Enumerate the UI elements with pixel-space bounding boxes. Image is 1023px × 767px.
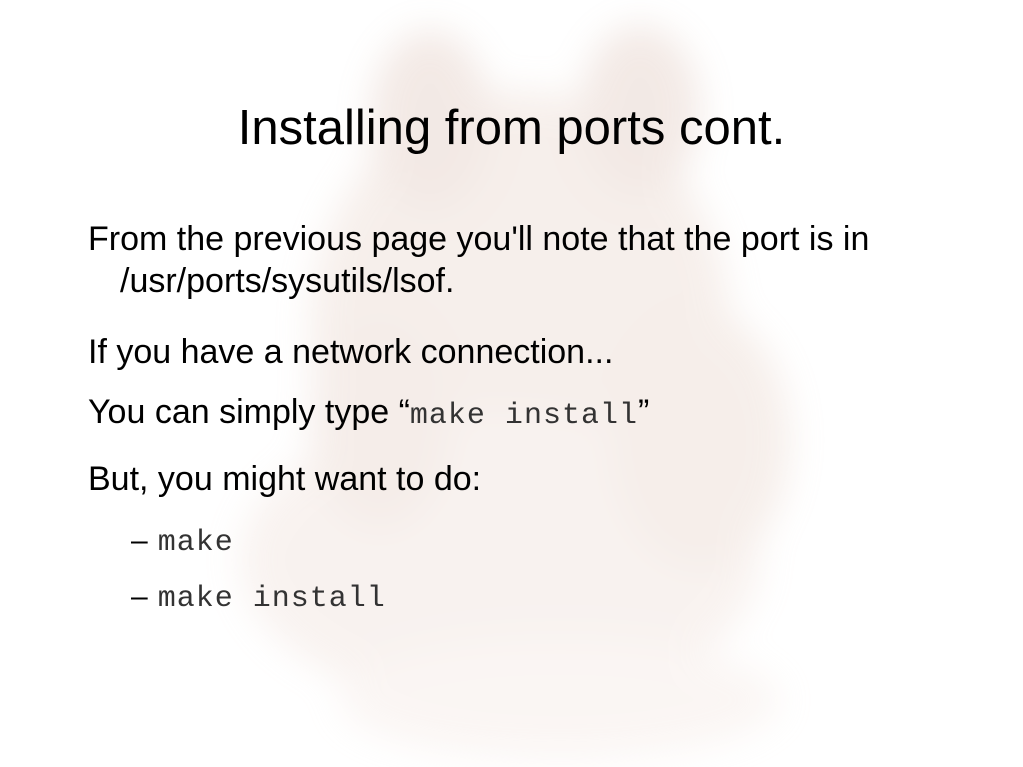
bullet-network-connection: If you have a network connection... xyxy=(88,333,614,371)
command-make: make xyxy=(157,526,234,560)
command-make-install: make install xyxy=(157,582,386,616)
open-quote: “ xyxy=(398,393,410,431)
bullet-port-location: From the previous page you'll note that … xyxy=(88,220,870,300)
dash-marker: – xyxy=(131,580,148,613)
sub-bullet-make-install: – make install xyxy=(131,579,386,617)
dash-marker: – xyxy=(131,524,148,557)
bullet-might-want: But, you might want to do: xyxy=(88,460,482,498)
slide-title: Installing from ports cont. xyxy=(237,101,786,155)
command-make-install-inline: make install xyxy=(409,399,638,433)
bullet-simply-type-text: You can simply type xyxy=(88,393,399,431)
close-quote: ” xyxy=(637,393,650,431)
bullet-simply-type: You can simply type “make install” xyxy=(88,391,1000,437)
sub-bullet-make: – make xyxy=(131,523,234,561)
